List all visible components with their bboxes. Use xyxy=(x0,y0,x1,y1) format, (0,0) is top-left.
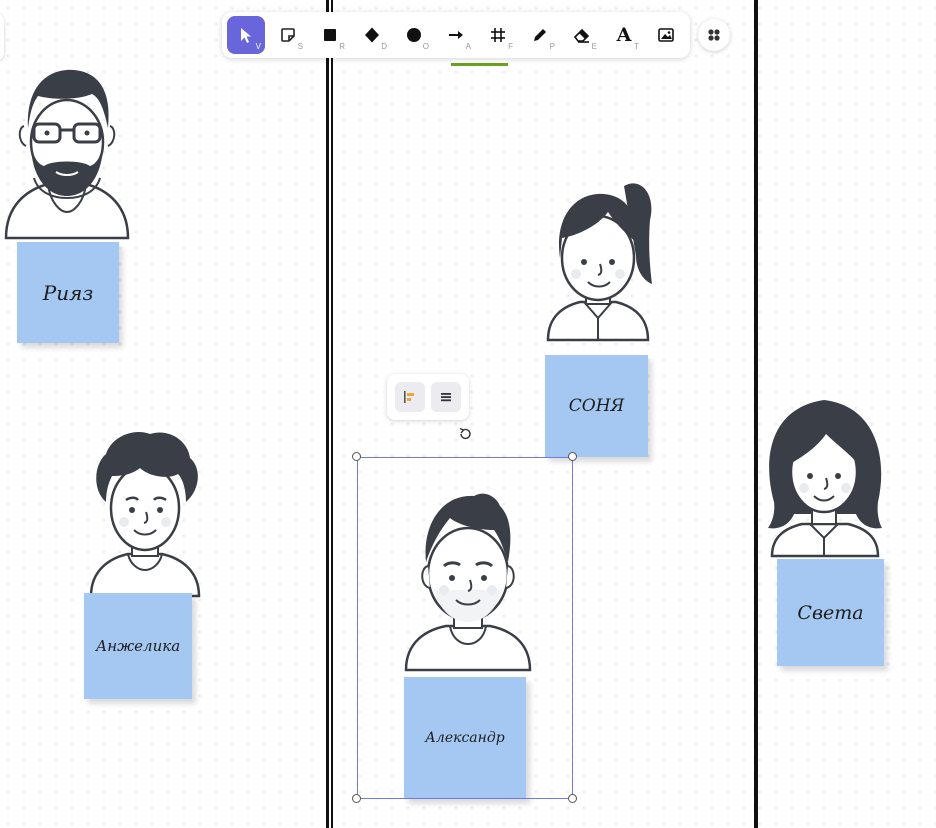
shortcut-key: P xyxy=(549,42,555,51)
shortcut-key: O xyxy=(422,42,429,51)
apps-icon xyxy=(708,29,720,41)
sticky-note-riyaz[interactable]: Рияз xyxy=(17,242,119,343)
pencil-icon xyxy=(534,29,546,41)
shortcut-key: A xyxy=(465,42,471,51)
eraser-icon xyxy=(573,28,590,43)
avatar-sonya[interactable] xyxy=(546,176,654,342)
frame-border-left xyxy=(326,0,329,828)
square-icon xyxy=(324,29,336,41)
tool-sticky-note[interactable]: S xyxy=(269,16,307,54)
align-left-icon xyxy=(404,391,414,403)
sticky-note-text: Света xyxy=(797,601,864,624)
shortcut-key: T xyxy=(634,42,639,51)
align-button[interactable] xyxy=(395,382,425,412)
text-icon: A xyxy=(616,24,632,46)
avatar-riyaz[interactable] xyxy=(4,66,130,240)
selection-context-toolbar xyxy=(387,374,469,420)
tool-text[interactable]: A T xyxy=(605,16,643,54)
tool-eraser[interactable]: E xyxy=(563,16,601,54)
shortcut-key: F xyxy=(508,42,513,51)
arrow-icon xyxy=(449,31,463,39)
whiteboard-canvas[interactable]: Рияз Анжелика СОНЯ Александр Света xyxy=(0,0,936,828)
sticky-note-sonya[interactable]: СОНЯ xyxy=(545,355,648,457)
tool-diamond[interactable]: D xyxy=(353,16,391,54)
hash-icon xyxy=(491,28,505,42)
image-icon xyxy=(658,28,674,42)
avatar-angelika[interactable] xyxy=(88,430,202,598)
side-panel-tab[interactable] xyxy=(0,14,4,60)
sticky-note-icon xyxy=(281,28,295,42)
shortcut-key: S xyxy=(297,42,303,51)
main-toolbar: V S R D O A F P E A T xyxy=(222,12,690,58)
tool-arrow[interactable]: A xyxy=(437,16,475,54)
sticky-note-sveta[interactable]: Света xyxy=(777,559,884,666)
shortcut-key: V xyxy=(255,42,261,51)
sticky-note-angelika[interactable]: Анжелика xyxy=(84,593,192,699)
circle-icon xyxy=(407,28,421,42)
tool-pencil[interactable]: P xyxy=(521,16,559,54)
selection-box[interactable] xyxy=(357,457,573,799)
tool-rectangle[interactable]: R xyxy=(311,16,349,54)
shortcut-key: R xyxy=(339,42,345,51)
sticky-note-text: СОНЯ xyxy=(568,396,625,416)
sticky-note-text: Анжелика xyxy=(95,637,181,655)
pointer-icon xyxy=(241,28,251,43)
frame-indicator-bar xyxy=(451,63,508,66)
resize-handle-top-left[interactable] xyxy=(352,452,361,461)
resize-handle-top-right[interactable] xyxy=(568,452,577,461)
menu-icon xyxy=(441,393,451,402)
more-options-button[interactable] xyxy=(431,382,461,412)
resize-handle-bottom-left[interactable] xyxy=(352,794,361,803)
tool-selection[interactable]: V xyxy=(227,16,265,54)
tool-ellipse[interactable]: O xyxy=(395,16,433,54)
frame-border-right xyxy=(754,0,758,828)
shortcut-key: E xyxy=(591,42,597,51)
sticky-note-text: Рияз xyxy=(42,280,94,305)
tool-image[interactable] xyxy=(647,16,685,54)
apps-button[interactable] xyxy=(698,19,730,51)
rotate-icon[interactable] xyxy=(458,427,472,441)
frame-border-left-inner xyxy=(331,0,333,828)
resize-handle-bottom-right[interactable] xyxy=(568,794,577,803)
avatar-sveta[interactable] xyxy=(766,398,884,558)
tool-frame[interactable]: F xyxy=(479,16,517,54)
shortcut-key: D xyxy=(381,42,387,51)
diamond-icon xyxy=(365,27,379,43)
